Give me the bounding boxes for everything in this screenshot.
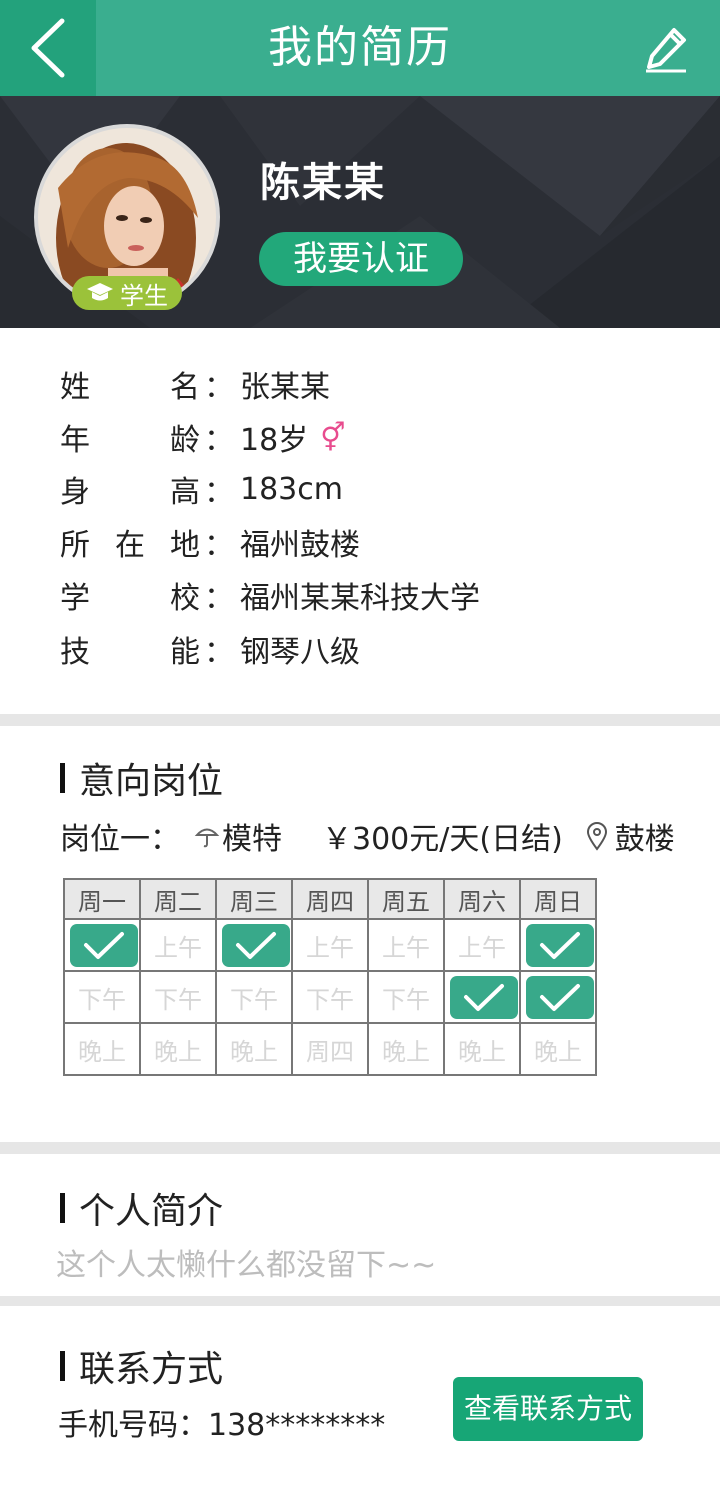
edit-button[interactable] <box>644 22 696 74</box>
location-pin-icon <box>586 822 607 851</box>
slot-cell[interactable]: 上午 <box>291 918 369 972</box>
slot-cell[interactable]: 周四 <box>291 1022 369 1076</box>
slot-cell[interactable]: 上午 <box>63 918 141 972</box>
gender-icon: ⚥ <box>320 420 346 454</box>
slot-cell[interactable]: 晚上 <box>519 1022 597 1076</box>
slot-cell[interactable]: 上午 <box>215 918 293 972</box>
grid-row-morning: 上午 上午 上午 上午 上午 上午 上午 <box>63 918 597 972</box>
slot-cell[interactable]: 上午 <box>519 918 597 972</box>
job-name: 模特 <box>222 822 282 857</box>
day-header: 周二 <box>139 878 217 920</box>
info-value: 18岁 <box>240 423 309 458</box>
info-label: 姓名 <box>60 370 200 405</box>
check-icon <box>526 924 594 967</box>
slot-cell[interactable]: 晚上 <box>139 1022 217 1076</box>
phone-number: 手机号码：138******** <box>58 1408 386 1443</box>
profile-banner: 学生 陈某某 我要认证 <box>0 96 720 328</box>
chevron-left-icon <box>31 18 65 78</box>
bio-section-title: 个人简介 <box>60 1182 223 1234</box>
bio-text: 这个人太懒什么都没留下~~ <box>56 1248 437 1283</box>
grid-row-evening: 晚上 晚上 晚上 周四 晚上 晚上 晚上 <box>63 1022 597 1076</box>
view-contact-button[interactable]: 查看联系方式 <box>453 1377 643 1441</box>
info-label: 年龄 <box>60 423 200 458</box>
slot-cell[interactable]: 下午 <box>215 970 293 1024</box>
badge-label: 学生 <box>120 281 168 310</box>
top-bar: 我的简历 <box>0 0 720 96</box>
info-row-name: 姓名 ： 张某某 <box>60 364 330 405</box>
slot-cell[interactable]: 晚上 <box>63 1022 141 1076</box>
info-value: 张某某 <box>240 370 330 405</box>
slot-cell[interactable]: 上午 <box>139 918 217 972</box>
job-label: 岗位一： <box>60 822 180 857</box>
section-divider <box>0 714 720 726</box>
info-value: 钢琴八级 <box>240 635 360 670</box>
section-divider <box>0 1296 720 1306</box>
day-header: 周四 <box>291 878 369 920</box>
slot-cell[interactable]: 晚上 <box>367 1022 445 1076</box>
slot-cell[interactable]: 下午 <box>139 970 217 1024</box>
info-row-school: 学校 ： 福州某某科技大学 <box>60 575 480 616</box>
info-row-height: 身高 ： 183cm <box>60 469 343 511</box>
grid-header-row: 周一 周二 周三 周四 周五 周六 周日 <box>63 878 597 920</box>
info-value: 福州某某科技大学 <box>240 581 480 616</box>
day-header: 周五 <box>367 878 445 920</box>
job-location: 鼓楼 <box>614 822 675 857</box>
info-value: 183cm <box>240 471 343 507</box>
day-header: 周一 <box>63 878 141 920</box>
grid-row-afternoon: 下午 下午 下午 下午 下午 下午 下午 <box>63 970 597 1024</box>
slot-cell[interactable]: 上午 <box>367 918 445 972</box>
student-badge: 学生 <box>72 276 182 310</box>
info-value: 福州鼓楼 <box>240 528 360 563</box>
check-icon <box>222 924 290 967</box>
slot-cell[interactable]: 晚上 <box>215 1022 293 1076</box>
back-button[interactable] <box>0 0 96 96</box>
slot-cell[interactable]: 下午 <box>519 970 597 1024</box>
graduation-cap-icon <box>87 283 113 301</box>
info-row-skill: 技能 ： 钢琴八级 <box>60 629 360 670</box>
slot-cell[interactable]: 下午 <box>291 970 369 1024</box>
info-label: 身高 <box>60 475 200 510</box>
section-divider <box>0 1142 720 1154</box>
page-title: 我的简历 <box>268 22 452 73</box>
info-row-age: 年龄 ： 18岁 ⚥ <box>60 417 346 459</box>
availability-grid: 周一 周二 周三 周四 周五 周六 周日 上午 上午 上午 上午 上午 上午 上… <box>63 878 597 1076</box>
check-icon <box>450 976 518 1019</box>
slot-cell[interactable]: 下午 <box>367 970 445 1024</box>
contact-section-title: 联系方式 <box>60 1340 223 1392</box>
check-icon <box>526 976 594 1019</box>
info-label: 技能 <box>60 635 200 670</box>
umbrella-icon <box>194 828 220 848</box>
info-row-location: 所在地 ： 福州鼓楼 <box>60 522 360 563</box>
info-label: 学校 <box>60 581 200 616</box>
day-header: 周日 <box>519 878 597 920</box>
slot-cell[interactable]: 下午 <box>443 970 521 1024</box>
pencil-icon <box>646 28 686 73</box>
profile-name: 陈某某 <box>260 160 386 206</box>
job-salary: ￥300元/天(日结) <box>322 822 563 857</box>
check-icon <box>70 924 138 967</box>
day-header: 周三 <box>215 878 293 920</box>
slot-cell[interactable]: 晚上 <box>443 1022 521 1076</box>
certify-button[interactable]: 我要认证 <box>259 232 463 286</box>
slot-cell[interactable]: 下午 <box>63 970 141 1024</box>
intent-section-title: 意向岗位 <box>60 752 223 804</box>
job-line: 岗位一： 模特 ￥300元/天(日结) 鼓楼 <box>60 814 675 858</box>
info-label: 所在地 <box>60 528 200 563</box>
slot-cell[interactable]: 上午 <box>443 918 521 972</box>
day-header: 周六 <box>443 878 521 920</box>
